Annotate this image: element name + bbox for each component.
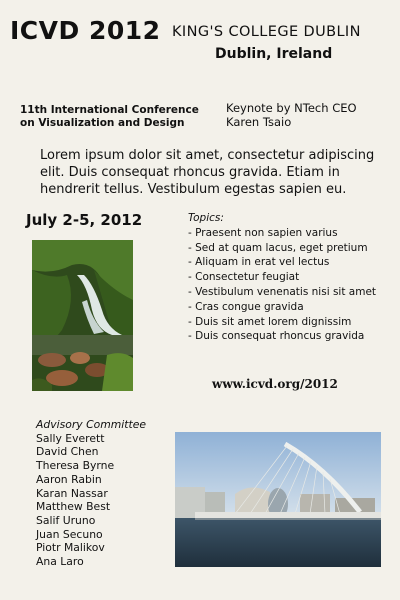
- committee-member: Aaron Rabin: [36, 472, 102, 486]
- topic-item: Cras congue gravida: [188, 300, 393, 315]
- venue-city: Dublin, Ireland: [215, 46, 333, 62]
- topic-item: Aliquam in erat vel lectus: [188, 255, 393, 270]
- conference-name-line-1: 11th International Conference: [20, 104, 199, 116]
- committee-member: David Chen: [36, 445, 99, 459]
- advisory-committee: Advisory Committee Sally Everett David Ch…: [36, 418, 166, 569]
- bridge-image: [175, 432, 381, 567]
- keynote-line-1: Keynote by NTech CEO: [226, 101, 357, 115]
- keynote-speaker: Karen Tsaio: [226, 115, 292, 129]
- committee-member: Juan Secuno: [36, 527, 103, 541]
- waterfall-photo: [32, 240, 133, 391]
- topics-heading: Topics:: [188, 212, 224, 224]
- intro-paragraph: Lorem ipsum dolor sit amet, consectetur …: [40, 148, 375, 197]
- venue-name: KING'S COLLEGE DUBLIN: [172, 24, 361, 40]
- committee-member: Piotr Malikov: [36, 541, 105, 555]
- topic-item: Consectetur feugiat: [188, 270, 393, 285]
- keynote-info: Keynote by NTech CEO Karen Tsaio: [226, 101, 396, 129]
- committee-member: Salif Uruno: [36, 513, 96, 527]
- committee-member: Karan Nassar: [36, 486, 108, 500]
- topics-list: Topics: Praesent non sapien variusSed at…: [188, 211, 393, 344]
- conference-acronym-title: ICVD 2012: [10, 16, 161, 45]
- committee-member: Theresa Byrne: [36, 459, 115, 473]
- topic-item: Sed at quam lacus, eget pretium: [188, 241, 393, 256]
- topics-items: Praesent non sapien variusSed at quam la…: [188, 226, 393, 344]
- poster: ICVD 2012 KING'S COLLEGE DUBLIN Dublin, …: [0, 0, 400, 600]
- bridge-photo: [175, 432, 381, 567]
- conference-dates: July 2-5, 2012: [26, 211, 143, 229]
- committee-member: Sally Everett: [36, 431, 105, 445]
- conference-name-line-2: on Visualization and Design: [20, 117, 185, 129]
- topic-item: Duis sit amet lorem dignissim: [188, 315, 393, 330]
- conference-full-name: 11th International Conference on Visuali…: [20, 104, 200, 130]
- topic-item: Vestibulum venenatis nisi sit amet: [188, 285, 393, 300]
- committee-heading: Advisory Committee: [36, 418, 147, 431]
- committee-member: Matthew Best: [36, 500, 111, 514]
- waterfall-image: [32, 240, 133, 391]
- website-link[interactable]: www.icvd.org/2012: [212, 377, 338, 391]
- committee-member: Ana Laro: [36, 555, 84, 569]
- topic-item: Praesent non sapien varius: [188, 226, 393, 241]
- topic-item: Duis consequat rhoncus gravida: [188, 329, 393, 344]
- committee-members: Sally Everett David Chen Theresa Byrne Aaro…: [36, 432, 166, 569]
